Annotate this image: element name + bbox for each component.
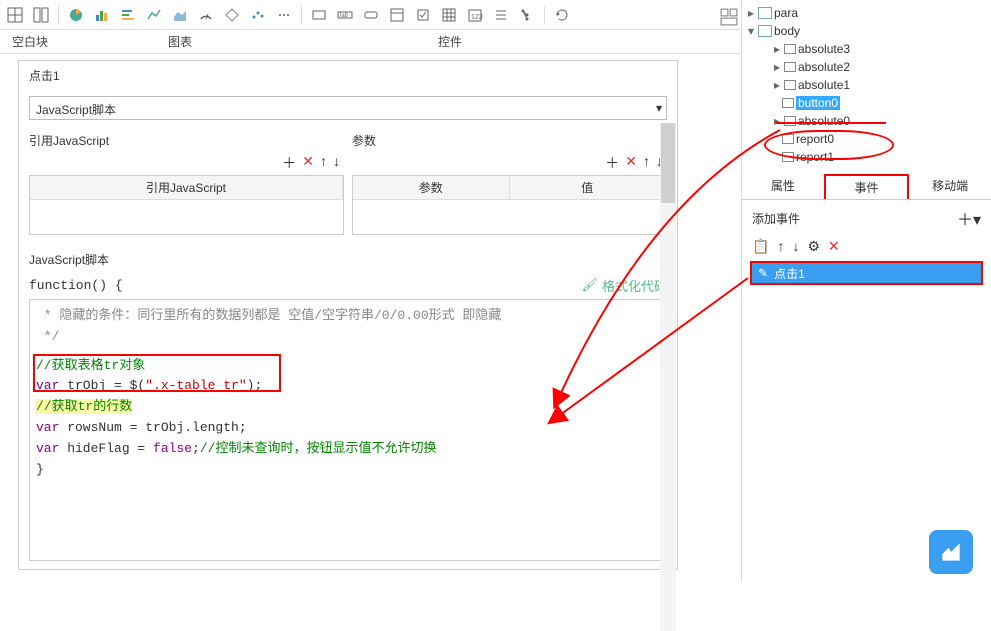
code-line: var hideFlag = false;//控制未查询时，按钮显示值不允许切换 bbox=[36, 439, 660, 460]
config-icon[interactable]: ⚙ bbox=[807, 238, 820, 255]
tab-events[interactable]: 事件 bbox=[824, 174, 910, 199]
script-editor-panel: 点击1 JavaScript脚本 ▾ 引用JavaScript ＋ ✕ ↑ ↓ … bbox=[18, 60, 678, 570]
more-chart-icon[interactable] bbox=[273, 4, 295, 26]
code-line: var trObj = $(".x-table tr"); bbox=[36, 376, 660, 397]
hbar-chart-icon[interactable] bbox=[117, 4, 139, 26]
layout-icon[interactable] bbox=[30, 4, 52, 26]
code-line: */ bbox=[36, 327, 660, 348]
component-tree[interactable]: ▸para ▾body ▸absolute3 ▸absolute2 ▸absol… bbox=[742, 0, 991, 170]
copy-icon[interactable]: 📋 bbox=[752, 238, 769, 255]
tree-item[interactable]: absolute2 bbox=[798, 60, 850, 74]
section-chart[interactable]: 图表 bbox=[60, 30, 300, 53]
col-ref: 引用JavaScript bbox=[30, 176, 343, 199]
refresh-icon[interactable] bbox=[551, 4, 573, 26]
scatter-icon[interactable] bbox=[247, 4, 269, 26]
ref-js-table[interactable]: 引用JavaScript bbox=[29, 175, 344, 235]
ref-js-btns: ＋ ✕ ↑ ↓ bbox=[29, 151, 344, 175]
line-chart-icon[interactable] bbox=[143, 4, 165, 26]
right-panel: ▸para ▾body ▸absolute3 ▸absolute2 ▸absol… bbox=[741, 0, 991, 582]
brush-icon: 🖌 bbox=[581, 278, 598, 293]
area-chart-icon[interactable] bbox=[169, 4, 191, 26]
event-toolbar: 📋 ↑ ↓ ⚙ ✕ bbox=[742, 236, 991, 257]
tree-toggle[interactable]: ▸ bbox=[746, 6, 756, 20]
app-badge[interactable] bbox=[929, 530, 973, 574]
add-event-button[interactable]: ＋▾ bbox=[957, 206, 981, 230]
add-button[interactable]: ＋ bbox=[282, 153, 296, 173]
property-tabs: 属性 事件 移动端 bbox=[742, 174, 991, 200]
delete-icon[interactable]: ✕ bbox=[828, 238, 840, 255]
svg-text:lab: lab bbox=[340, 13, 349, 19]
up-icon[interactable]: ↑ bbox=[777, 238, 784, 255]
down-button[interactable]: ↓ bbox=[333, 153, 340, 173]
tree-item-body[interactable]: body bbox=[774, 24, 800, 38]
pie-chart-icon[interactable] bbox=[65, 4, 87, 26]
col-param: 参数 bbox=[353, 176, 510, 199]
tree-item[interactable]: absolute3 bbox=[798, 42, 850, 56]
code-editor[interactable]: * 隐藏的条件：同行里所有的数据列都是 空值/空字符串/0/0.00形式 即隐藏… bbox=[29, 299, 667, 561]
section-widget[interactable]: 控件 bbox=[300, 30, 600, 53]
up-button[interactable]: ↑ bbox=[320, 153, 327, 173]
scrollbar[interactable] bbox=[660, 123, 676, 631]
code-line: * 隐藏的条件：同行里所有的数据列都是 空值/空字符串/0/0.00形式 即隐藏 bbox=[36, 306, 660, 327]
down-icon[interactable]: ↓ bbox=[792, 238, 799, 255]
annotation-circle bbox=[764, 130, 894, 160]
tree-toggle[interactable]: ▾ bbox=[746, 24, 756, 38]
bar-chart-icon[interactable] bbox=[91, 4, 113, 26]
tree-item[interactable]: absolute0 bbox=[798, 114, 850, 128]
svg-text:123: 123 bbox=[471, 14, 483, 21]
param-header: 参数 bbox=[352, 130, 667, 151]
event-item-label: 点击1 bbox=[774, 265, 805, 282]
tab-mobile[interactable]: 移动端 bbox=[909, 174, 991, 199]
section-tabs: 空白块 图表 控件 bbox=[0, 30, 740, 54]
add-event-label: 添加事件 bbox=[752, 210, 800, 227]
toolbar: lab 123 bbox=[0, 0, 740, 30]
panel-title: 点击1 bbox=[19, 61, 677, 90]
code-line: //获取tr的行数 bbox=[36, 397, 660, 418]
chevron-down-icon: ▾ bbox=[656, 101, 662, 115]
up-button[interactable]: ↑ bbox=[643, 153, 650, 173]
script-label: JavaScript脚本 bbox=[29, 247, 667, 272]
col-value: 值 bbox=[510, 176, 667, 199]
combo-value: JavaScript脚本 bbox=[36, 103, 116, 117]
check-widget-icon[interactable] bbox=[412, 4, 434, 26]
delete-button[interactable]: ✕ bbox=[302, 153, 314, 173]
tree-item-para[interactable]: para bbox=[774, 6, 798, 20]
date-widget-icon[interactable]: 123 bbox=[464, 4, 486, 26]
annotation-mark bbox=[776, 122, 886, 124]
function-declaration: function() { bbox=[29, 278, 123, 293]
event-item[interactable]: ✎ 点击1 bbox=[750, 261, 983, 285]
add-event-row: 添加事件 ＋▾ bbox=[742, 200, 991, 236]
format-code-button[interactable]: 🖌 格式化代码 bbox=[581, 276, 667, 295]
code-line: } bbox=[36, 460, 660, 481]
layout-preview-icon[interactable] bbox=[720, 8, 738, 29]
scroll-thumb[interactable] bbox=[661, 123, 675, 203]
tree-item-selected[interactable]: button0 bbox=[796, 96, 840, 110]
radar-icon[interactable] bbox=[221, 4, 243, 26]
list-widget-icon[interactable] bbox=[490, 4, 512, 26]
tree-widget-icon[interactable] bbox=[516, 4, 538, 26]
param-btns: ＋ ✕ ↑ ↓ bbox=[352, 151, 667, 175]
code-line: //获取表格tr对象 bbox=[36, 356, 660, 377]
button-widget-icon[interactable] bbox=[360, 4, 382, 26]
grid-widget-icon[interactable] bbox=[438, 4, 460, 26]
code-line: var rowsNum = trObj.length; bbox=[36, 418, 660, 439]
param-table[interactable]: 参数 值 bbox=[352, 175, 667, 235]
script-type-combo[interactable]: JavaScript脚本 ▾ bbox=[29, 96, 667, 120]
section-blank[interactable]: 空白块 bbox=[0, 30, 60, 53]
add-button[interactable]: ＋ bbox=[605, 153, 619, 173]
form-widget-icon[interactable] bbox=[386, 4, 408, 26]
grid-icon[interactable] bbox=[4, 4, 26, 26]
edit-icon: ✎ bbox=[758, 266, 768, 280]
tab-properties[interactable]: 属性 bbox=[742, 174, 824, 199]
label-widget-icon[interactable]: lab bbox=[334, 4, 356, 26]
ref-js-header: 引用JavaScript bbox=[29, 130, 344, 151]
delete-button[interactable]: ✕ bbox=[625, 153, 637, 173]
text-widget-icon[interactable] bbox=[308, 4, 330, 26]
gauge-icon[interactable] bbox=[195, 4, 217, 26]
tree-item[interactable]: absolute1 bbox=[798, 78, 850, 92]
